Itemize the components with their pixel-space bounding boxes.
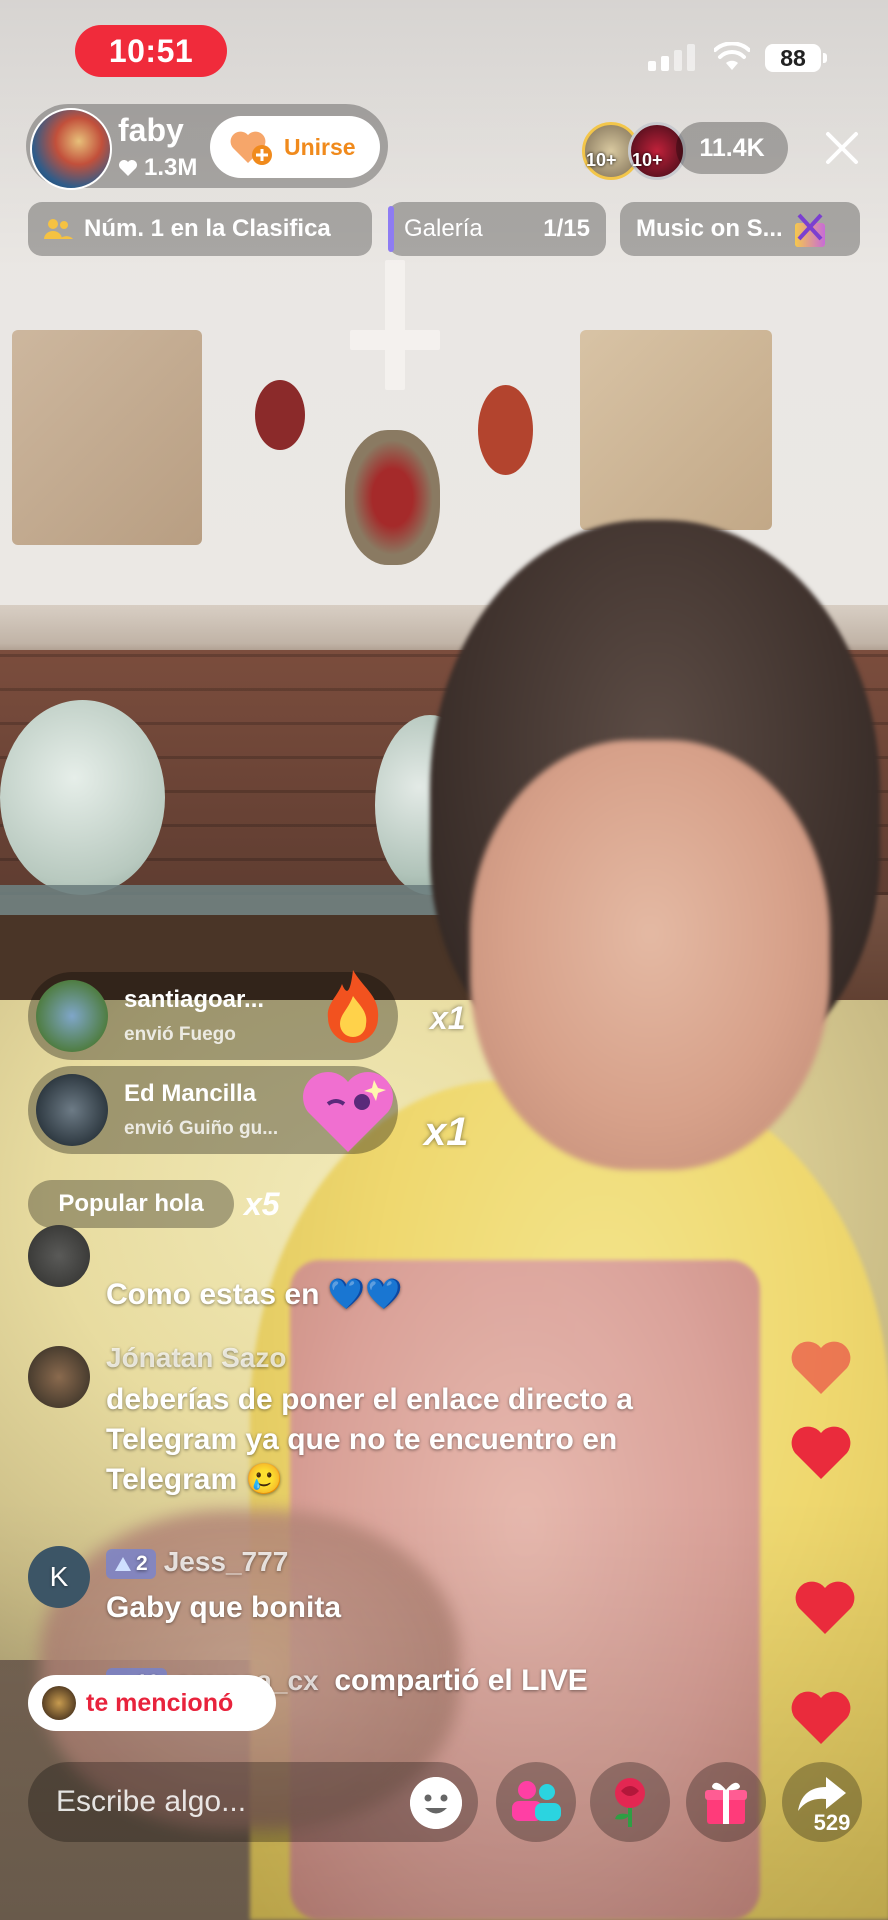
heart-plus-icon <box>230 131 272 165</box>
sacred-heart-2 <box>345 430 440 565</box>
gift-multiplier-2: x1 <box>424 1110 469 1154</box>
sacred-heart-3 <box>478 385 533 475</box>
fire-gift-icon <box>327 970 379 1043</box>
viewer-badge-1: 10+ <box>586 150 617 170</box>
chat-username[interactable]: Jónatan Sazo <box>106 1342 286 1374</box>
join-fan-club-button[interactable]: Unirse <box>210 116 380 178</box>
angel-painting-left <box>12 330 202 545</box>
gift-description: envió Guiño gu... <box>124 1118 279 1139</box>
angel-painting-right <box>580 330 772 530</box>
gift-description: envió Fuego <box>124 1024 236 1045</box>
gift-sender-avatar <box>36 980 108 1052</box>
popular-multiplier: x5 <box>244 1186 280 1222</box>
mention-avatar <box>42 1686 76 1720</box>
battery-indicator: 88 <box>765 44 827 72</box>
wink-heart-gift-icon <box>303 1072 393 1152</box>
host-name[interactable]: faby <box>118 112 184 149</box>
chat-avatar <box>28 1346 90 1408</box>
status-time: 10:51 <box>75 25 227 77</box>
host-likes: 1.3M <box>118 154 197 182</box>
gift-icon <box>705 1782 747 1824</box>
chat-text: deberías de poner el enlace directo a Te… <box>106 1383 633 1496</box>
popular-reaction-pill[interactable]: Popular hola <box>28 1180 234 1228</box>
ceramic-vase-left <box>0 700 165 895</box>
ranking-pill[interactable]: Núm. 1 en la Clasifica <box>28 202 372 256</box>
emoji-icon[interactable] <box>410 1777 462 1829</box>
wifi-icon <box>714 42 750 70</box>
cellular-signal-icon <box>648 44 695 71</box>
gift-sender-avatar <box>36 1074 108 1146</box>
gift-sender-name: santiagoar... <box>124 986 265 1013</box>
viewer-count[interactable]: 11.4K <box>676 122 788 174</box>
cross-bar <box>350 330 440 350</box>
share-arrow-icon <box>798 1777 846 1811</box>
chat-message-2[interactable]: Jónatan Sazo deberías de poner el enlace… <box>28 1342 738 1502</box>
chat-avatar <box>28 1225 90 1287</box>
viewer-badge-2: 10+ <box>632 150 663 170</box>
mention-label: te mencionó <box>86 1688 234 1717</box>
gift-multiplier-1: x1 <box>430 1000 466 1036</box>
music-pill[interactable]: Music on S... <box>620 202 860 256</box>
gallery-count: 1/15 <box>543 215 590 242</box>
chat-message-1[interactable]: Como estas en 💙💙 <box>28 1225 738 1311</box>
gift-button[interactable] <box>686 1762 766 1842</box>
chat-username[interactable]: Jess_777 <box>164 1546 289 1577</box>
users-icon <box>44 219 73 239</box>
floating-heart-icon <box>791 1341 851 1394</box>
gallery-pill[interactable]: Galería 1/15 <box>388 202 606 256</box>
music-label: Music on S... <box>636 215 783 242</box>
mention-notification[interactable]: te mencionó <box>28 1675 276 1731</box>
floating-heart-icon <box>791 1426 851 1479</box>
gift-sender-name: Ed Mancilla <box>124 1080 257 1107</box>
sacred-heart-1 <box>255 380 305 450</box>
floating-heart-icon <box>795 1581 855 1634</box>
share-count: 529 <box>813 1810 851 1835</box>
level-triangle-icon <box>115 1556 131 1571</box>
rose-icon <box>615 1778 645 1827</box>
floating-heart-icon <box>791 1691 851 1744</box>
gallery-accent-bar <box>388 206 394 252</box>
chat-avatar-letter: K <box>28 1546 90 1608</box>
join-label: Unirse <box>284 133 356 160</box>
gallery-label: Galería <box>404 215 483 242</box>
chat-username-row: 2 Jess_777 <box>106 1546 288 1579</box>
multi-guest-button[interactable] <box>496 1762 576 1842</box>
ranking-label: Núm. 1 en la Clasifica <box>84 215 331 242</box>
level-number: 2 <box>136 1551 148 1575</box>
level-badge: 2 <box>106 1548 156 1579</box>
streamer-face <box>470 740 830 1170</box>
host-avatar[interactable] <box>30 108 112 190</box>
chat-text: compartió el LIVE <box>334 1664 588 1697</box>
chat-text: Como estas en 💙💙 <box>106 1278 403 1311</box>
rose-gift-button[interactable] <box>590 1762 670 1842</box>
close-icon[interactable] <box>820 126 864 170</box>
cross-decoration <box>385 260 405 390</box>
chat-text: Gaby que bonita <box>106 1591 342 1624</box>
chat-message-3[interactable]: K 2 Jess_777 Gaby que bonita <box>28 1546 738 1636</box>
heart-icon <box>119 160 137 176</box>
shelf <box>0 885 470 919</box>
gift-box-icon <box>794 213 825 247</box>
host-likes-count: 1.3M <box>144 154 198 181</box>
multi-guest-icon <box>512 1781 561 1821</box>
